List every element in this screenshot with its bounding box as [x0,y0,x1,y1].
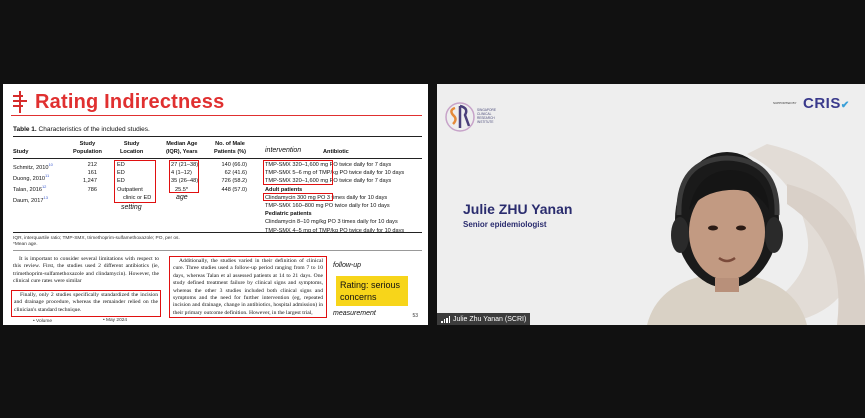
paragraph-right-boxed: Additionally, the studies varied in thei… [169,256,327,318]
table-cell-study: Daum, 201713 [13,194,53,205]
table-cell-study: Talan, 201612 [13,183,53,194]
header-location: Study Location [120,141,144,156]
slide-logo-icon [11,91,31,113]
study-ref: 10 [48,162,53,167]
table-caption-text: Characteristics of the included studies. [38,126,150,133]
clindamycin-highlight-box [263,193,333,201]
paragraph-left: It is important to consider several limi… [13,256,159,285]
header-antibiotic: Antibiotic [323,149,349,155]
study-name: Daum, 2017 [13,198,44,205]
study-name: Duong, 2010 [13,175,46,182]
speaker-video-tile[interactable]: SINGAPORE CLINICAL RESEARCH INSTITUTE SU… [437,84,865,325]
annotation-follow-up: follow-up [333,262,362,269]
annotation-measurement: measurement [333,310,376,317]
header-population: Study Population [73,141,102,156]
slide-header: Rating Indirectness [11,90,224,114]
population-column: 212 161 1,247 786 [83,161,97,194]
dose-highlight-box [263,160,333,185]
table-caption: Table 1. Characteristics of the included… [13,126,150,133]
header-median-age: Median Age (IQR), Years [166,141,198,156]
annotation-setting: setting [121,204,142,211]
table-top-rule [13,136,422,137]
sri-logo-icon [445,102,475,132]
table-cell-antibiotic: Clindamycin 8–10 mg/kg PO 3 times daily … [265,219,398,226]
table-cell-antibiotic: TMP-SMX 160–800 mg PO twice daily for 10… [265,203,390,210]
cris-check-icon: ✔ [840,100,850,111]
participant-name: Julie Zhu Yanan (SCRI) [453,315,527,323]
paragraph-left-boxed: Finally, only 2 studies specifically sta… [11,290,161,317]
page-number: 53 [412,313,418,319]
footer-volume: • Volume [33,319,53,324]
annotation-intervention: intervention [265,147,302,154]
title-divider [11,115,422,116]
cris-wordmark: CRIS [803,95,841,112]
table-cell-population: 212 [87,162,97,168]
rating-callout: Rating: serious concerns [336,276,408,306]
age-highlight-box [169,160,199,193]
table-cell-antibiotic: TMP-SMX 4–5 mg of TMP/kg PO twice daily … [265,227,405,234]
table-cell-male: 448 (57.0) [221,186,248,193]
speaker-name: Julie ZHU Yanan [463,201,573,217]
table-caption-label: Table 1. [13,126,37,133]
table-cell-male: 140 (66.0) [221,162,248,168]
annotation-age: age [176,194,188,201]
study-ref: 11 [45,173,50,179]
signal-strength-icon [441,315,450,323]
participant-name-bar: Julie Zhu Yanan (SCRI) [437,313,531,325]
footer-date: • May 2024 [103,318,128,323]
cris-logo: CRIS✔ [803,95,850,112]
table-cell-study: Duong, 201011 [13,172,53,183]
speaker-title: Senior epidemiologist [463,220,547,229]
header-study: Study [13,149,29,155]
table-cell-population: 161 [87,170,97,177]
male-column: 140 (66.0) 62 (41.6) 726 (58.2) 448 (57.… [219,161,248,194]
sri-wordmark: SINGAPORE CLINICAL RESEARCH INSTITUTE [477,108,496,124]
table-cell-male: 62 (41.6) [224,170,247,177]
speaker-video-feed [647,152,807,325]
table-footnote: *Mean age. [13,242,38,247]
table-cell-study: Schmitz, 201010 [13,161,53,172]
meeting-window: Rating Indirectness Table 1. Characteris… [0,0,865,418]
slide-title: Rating Indirectness [35,90,225,113]
supported-by-label: SUPPORTED BY [773,101,797,105]
table-cell-population: 1,247 [83,178,97,185]
shared-slide: Rating Indirectness Table 1. Characteris… [3,84,428,325]
table-cell-male: 726 (58.2) [221,178,248,185]
table-cell-antibiotic-group: Pediatric patients [265,211,312,218]
table-cell-population: 786 [87,186,97,193]
study-column: Schmitz, 201010 Duong, 201011 Talan, 201… [13,161,53,205]
location-highlight-box [114,160,156,203]
table-bottom-rule [13,232,422,233]
study-ref: 13 [43,195,48,201]
study-ref: 12 [41,184,47,190]
sri-line: INSTITUTE [477,120,494,124]
study-name: Talan, 2016 [13,186,42,193]
table-header-rule [13,158,422,159]
body-divider [13,250,422,251]
study-name: Schmitz, 2010 [13,164,49,171]
header-male: No. of Male Patients (%) [214,141,247,156]
table-footnote: IQR, interquartile ratio; TMP-SMX, trime… [13,236,180,241]
